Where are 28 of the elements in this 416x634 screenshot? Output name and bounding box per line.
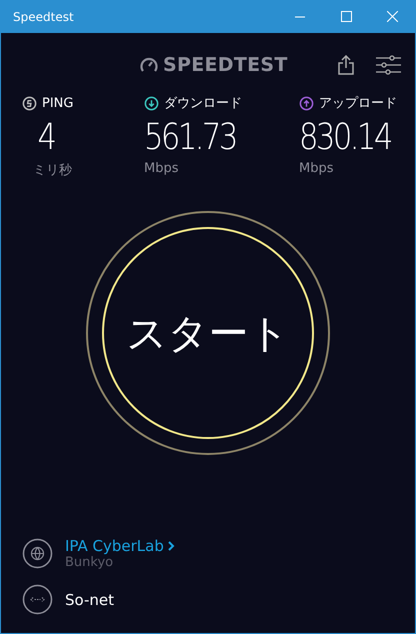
start-button[interactable]: スタート (102, 227, 314, 439)
metric-unit: Mbps (299, 161, 334, 176)
ping-icon (22, 96, 37, 110)
metric-value: 4 (38, 116, 54, 160)
settings-icon (376, 55, 401, 75)
upload-icon (299, 96, 314, 110)
close-icon (386, 11, 398, 22)
window-title: Speedtest (13, 10, 75, 24)
share-icon (338, 55, 354, 75)
metric-label: アップロード (319, 95, 397, 112)
download-icon (144, 96, 159, 110)
settings-button[interactable] (376, 55, 401, 75)
metric-unit: Mbps (144, 161, 180, 176)
logo: SPEEDTEST (163, 54, 288, 76)
server-link[interactable]: IPA CyberLab (65, 537, 175, 555)
maximize-icon (340, 11, 352, 22)
globe-icon (22, 538, 53, 569)
share-button[interactable] (338, 55, 354, 75)
gauge-icon (140, 57, 158, 73)
metric-label: PING (42, 96, 74, 110)
provider-name: So-net (65, 590, 114, 608)
metric-label: ダウンロード (164, 95, 242, 112)
server-location: Bunkyo (65, 555, 114, 570)
metric-value: 830.14 (299, 116, 391, 160)
connection-icon (22, 584, 53, 615)
metric-unit: ミリ秒 (33, 162, 73, 179)
chevron-icon (168, 541, 175, 551)
metric-value: 561.73 (144, 116, 236, 160)
